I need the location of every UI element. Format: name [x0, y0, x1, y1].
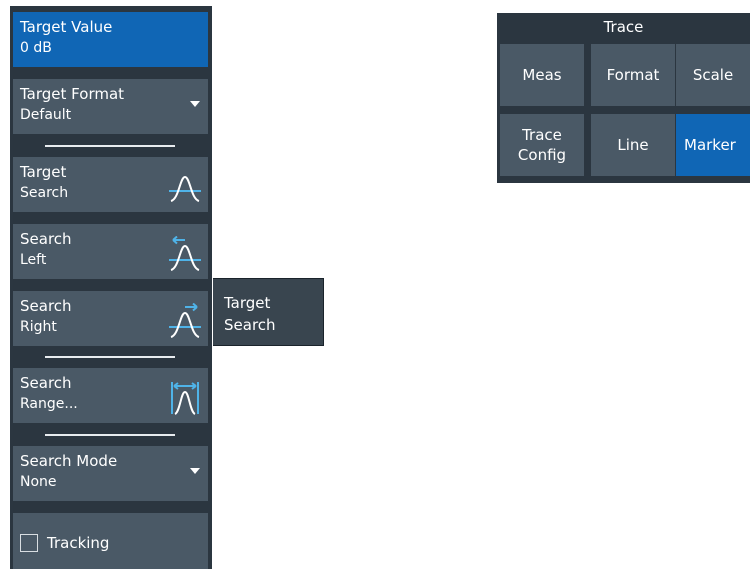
- flyout-line1: Target: [224, 294, 271, 312]
- target-value-button[interactable]: Target Value 0 dB: [13, 12, 208, 67]
- search-right-button[interactable]: Search Right: [13, 291, 208, 346]
- trace-scale-button[interactable]: Scale: [676, 44, 750, 106]
- trace-line-button[interactable]: Line: [591, 114, 675, 176]
- search-mode-label: Search Mode: [20, 452, 118, 470]
- target-value-value: 0 dB: [20, 40, 52, 56]
- target-format-dropdown[interactable]: Target Format Default: [13, 79, 208, 134]
- trace-button-label: Line: [617, 136, 649, 154]
- softkey-panel: Target Value 0 dB Target Format Default …: [10, 6, 212, 569]
- search-left-button[interactable]: Search Left: [13, 224, 208, 279]
- search-mode-value: None: [20, 474, 57, 490]
- divider: [45, 356, 175, 358]
- chevron-down-icon: [190, 468, 200, 474]
- search-right-line2: Right: [20, 319, 57, 335]
- trace-button-label: Marker: [684, 136, 736, 154]
- divider: [45, 145, 175, 147]
- trace-config-button[interactable]: Trace Config: [500, 114, 584, 176]
- target-format-value: Default: [20, 107, 72, 123]
- search-mode-dropdown[interactable]: Search Mode None: [13, 446, 208, 501]
- trace-meas-button[interactable]: Meas: [500, 44, 584, 106]
- trace-button-label: Scale: [692, 66, 734, 84]
- chevron-down-icon: [190, 101, 200, 107]
- trace-menu-title: Trace: [603, 18, 644, 36]
- trace-marker-button[interactable]: Marker: [676, 114, 750, 176]
- search-left-line1: Search: [20, 230, 72, 248]
- search-right-line1: Search: [20, 297, 72, 315]
- target-search-line2: Search: [20, 185, 69, 201]
- tracking-checkbox[interactable]: [20, 534, 38, 552]
- search-left-icon: [169, 236, 201, 271]
- target-value-label: Target Value: [20, 18, 113, 36]
- divider: [45, 434, 175, 436]
- trace-button-label: Trace Config: [517, 126, 567, 164]
- trace-button-label: Format: [606, 66, 660, 84]
- search-range-button[interactable]: Search Range...: [13, 368, 208, 423]
- search-range-icon: [171, 382, 199, 415]
- tracking-label: Tracking: [47, 534, 110, 552]
- tracking-toggle[interactable]: Tracking: [13, 513, 208, 569]
- flyout-line2: Search: [224, 316, 276, 334]
- trace-button-label: Meas: [522, 66, 562, 84]
- peak-target-icon: [169, 175, 201, 202]
- search-range-line2: Range...: [20, 396, 78, 412]
- search-range-line1: Search: [20, 374, 72, 392]
- target-format-label: Target Format: [20, 85, 125, 103]
- target-search-line1: Target: [20, 163, 67, 181]
- search-left-line2: Left: [20, 252, 47, 268]
- trace-format-button[interactable]: Format: [591, 44, 675, 106]
- target-search-button[interactable]: Target Search: [13, 157, 208, 212]
- target-search-flyout[interactable]: Target Search: [213, 278, 324, 346]
- trace-menu: Trace Meas Format Scale Trace Config Lin…: [497, 13, 750, 183]
- search-right-icon: [169, 303, 201, 338]
